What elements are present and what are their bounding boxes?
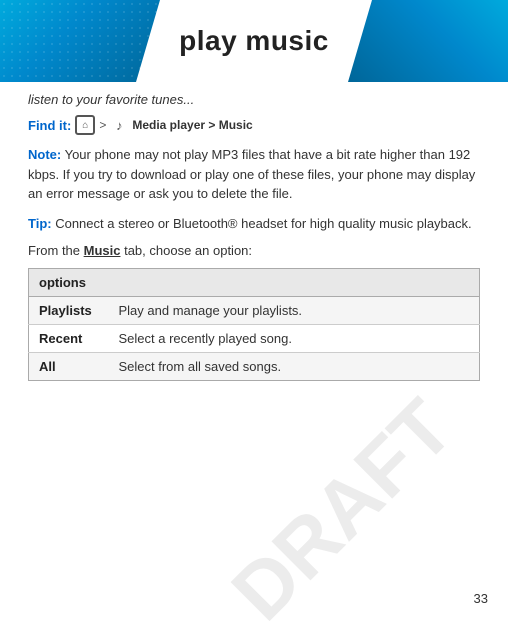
music-tab-word: Music — [84, 243, 121, 258]
tip-block: Tip: Connect a stereo or Bluetooth® head… — [28, 214, 480, 234]
from-block: From the Music tab, choose an option: — [28, 243, 480, 258]
find-it-path: Media player > Music — [132, 118, 252, 132]
header-bg-right — [348, 0, 508, 82]
home-icon: ⌂ — [75, 115, 95, 135]
note-label: Note: — [28, 147, 61, 162]
option-name-all: All — [29, 353, 109, 381]
arrow-separator: > — [99, 118, 106, 132]
option-desc-recent: Select a recently played song. — [109, 325, 480, 353]
draft-watermark: DRAFT — [214, 382, 471, 638]
note-text: Your phone may not play MP3 files that h… — [28, 147, 475, 201]
table-row: Recent Select a recently played song. — [29, 325, 480, 353]
find-it-label: Find it: — [28, 118, 71, 133]
table-row: Playlists Play and manage your playlists… — [29, 297, 480, 325]
tip-label: Tip: — [28, 216, 52, 231]
option-name-playlists: Playlists — [29, 297, 109, 325]
page-header: play music — [0, 0, 508, 82]
options-table: options Playlists Play and manage your p… — [28, 268, 480, 381]
from-text-end: tab, choose an option: — [120, 243, 252, 258]
page-title: play music — [179, 25, 329, 57]
from-text-start: From the — [28, 243, 84, 258]
tip-text: Connect a stereo or Bluetooth® headset f… — [52, 216, 472, 231]
option-desc-playlists: Play and manage your playlists. — [109, 297, 480, 325]
music-icon: ♪ — [110, 116, 128, 134]
main-content: listen to your favorite tunes... Find it… — [0, 82, 508, 391]
page-number: 33 — [474, 591, 488, 606]
table-row: All Select from all saved songs. — [29, 353, 480, 381]
option-desc-all: Select from all saved songs. — [109, 353, 480, 381]
table-header-cell: options — [29, 269, 480, 297]
note-block: Note: Your phone may not play MP3 files … — [28, 145, 480, 204]
option-name-recent: Recent — [29, 325, 109, 353]
tagline: listen to your favorite tunes... — [28, 92, 480, 107]
table-header-row: options — [29, 269, 480, 297]
find-it-row: Find it: ⌂ > ♪ Media player > Music — [28, 115, 480, 135]
